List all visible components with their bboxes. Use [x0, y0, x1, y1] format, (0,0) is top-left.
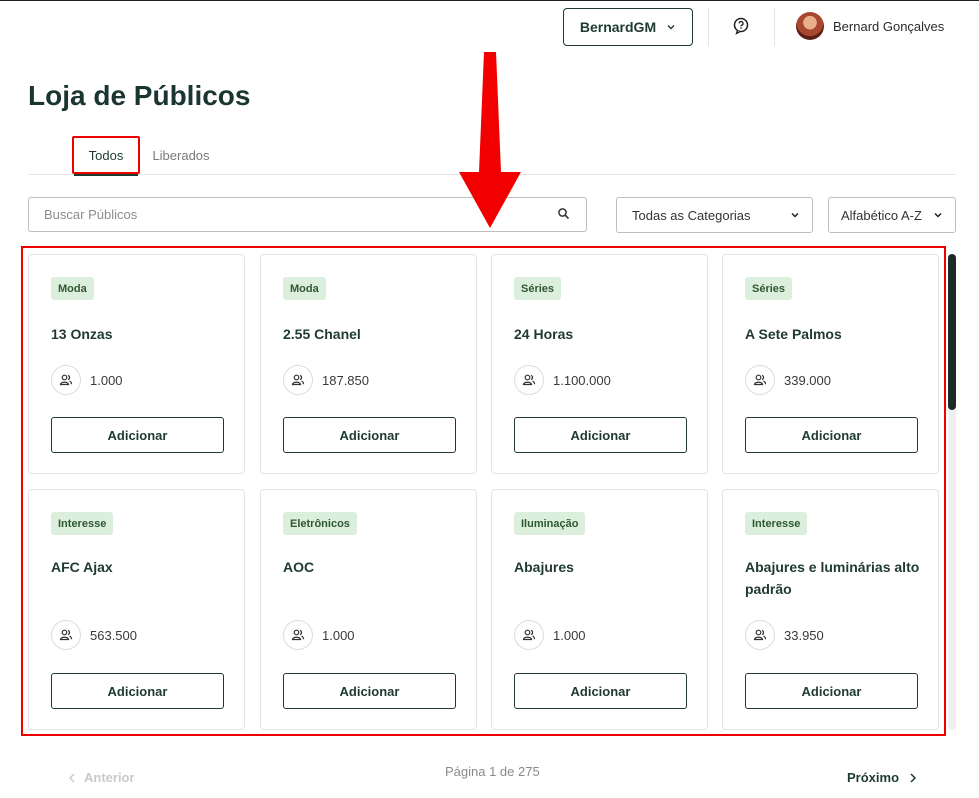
users-icon — [745, 620, 775, 650]
audience-count-value: 1.000 — [553, 627, 586, 643]
audience-count-value: 563.500 — [90, 627, 137, 643]
add-button[interactable]: Adicionar — [514, 417, 687, 453]
users-icon — [51, 620, 81, 650]
audience-count-value: 1.000 — [322, 627, 355, 643]
audience-name: 24 Horas — [514, 326, 574, 342]
search-icon[interactable] — [557, 207, 571, 221]
users-icon — [283, 365, 313, 395]
add-button[interactable]: Adicionar — [283, 673, 456, 709]
audience-card: Iluminação Abajures 1.000 Adicionar — [491, 489, 708, 730]
audience-card: Séries 24 Horas 1.100.000 Adicionar — [491, 254, 708, 474]
audience-name: Abajures — [514, 559, 574, 575]
page-title: Loja de Públicos — [28, 80, 251, 111]
audience-count-value: 339.000 — [784, 372, 831, 388]
audience-card: Interesse AFC Ajax 563.500 Adicionar — [28, 489, 245, 730]
category-badge: Iluminação — [514, 512, 586, 535]
avatar — [796, 12, 824, 40]
scrollbar-thumb[interactable] — [948, 254, 956, 410]
add-button[interactable]: Adicionar — [745, 673, 918, 709]
sort-select-value: Alfabético A-Z — [841, 207, 922, 223]
audience-name: AOC — [283, 559, 315, 575]
add-button[interactable]: Adicionar — [51, 673, 224, 709]
chevron-down-icon — [791, 212, 799, 218]
audience-count: 33.950 — [745, 620, 824, 650]
sort-select[interactable]: Alfabético A-Z — [828, 197, 956, 233]
add-button[interactable]: Adicionar — [745, 417, 918, 453]
chevron-down-icon — [934, 212, 942, 218]
category-badge: Séries — [514, 277, 562, 300]
audience-count-value: 187.850 — [322, 372, 369, 388]
chevron-left-icon — [68, 772, 75, 783]
audience-card: Séries A Sete Palmos 339.000 Adicionar — [722, 254, 939, 474]
category-select-value: Todas as Categorias — [632, 207, 751, 223]
users-icon — [51, 365, 81, 395]
header-divider — [708, 8, 709, 46]
grid-scrollbar[interactable] — [948, 254, 956, 730]
top-border — [0, 0, 979, 1]
audience-grid: Moda 13 Onzas 1.000 Adicionar Moda 2.55 … — [28, 254, 940, 730]
user-menu[interactable]: Bernard Gonçalves — [796, 12, 944, 40]
audience-count-value: 1.000 — [90, 372, 123, 388]
audience-name: 13 Onzas — [51, 326, 113, 342]
audience-name: AFC Ajax — [51, 559, 113, 575]
audience-count: 1.000 — [51, 365, 123, 395]
users-icon — [745, 365, 775, 395]
category-badge: Interesse — [745, 512, 808, 535]
add-button[interactable]: Adicionar — [51, 417, 224, 453]
account-label: BernardGM — [579, 19, 657, 35]
header-divider — [774, 8, 775, 46]
previous-page-label: Anterior — [84, 770, 135, 785]
audience-count-value: 33.950 — [784, 627, 824, 643]
category-badge: Interesse — [51, 512, 114, 535]
chevron-down-icon — [667, 25, 675, 30]
audience-count-value: 1.100.000 — [553, 372, 611, 388]
add-button[interactable]: Adicionar — [514, 673, 687, 709]
category-badge: Moda — [51, 277, 94, 300]
search-input[interactable] — [29, 198, 529, 231]
category-badge: Moda — [283, 277, 326, 300]
search-box — [28, 197, 587, 232]
previous-page-button[interactable]: Anterior — [68, 770, 135, 785]
user-name: Bernard Gonçalves — [833, 18, 945, 34]
next-page-button[interactable]: Próximo — [847, 770, 917, 785]
account-switcher-button[interactable]: BernardGM — [563, 8, 693, 46]
tab-bar: Todos Liberados — [28, 136, 956, 176]
audience-count: 1.000 — [514, 620, 586, 650]
audience-name: Abajures e luminárias alto padrão — [745, 559, 920, 597]
audience-card: Moda 2.55 Chanel 187.850 Adicionar — [260, 254, 477, 474]
category-select[interactable]: Todas as Categorias — [616, 197, 813, 233]
audience-name: 2.55 Chanel — [283, 326, 361, 342]
users-icon — [283, 620, 313, 650]
audience-card: Eletrônicos AOC 1.000 Adicionar — [260, 489, 477, 730]
audience-count: 1.100.000 — [514, 365, 611, 395]
pagination-info: Página 1 de 275 — [445, 764, 540, 779]
audience-count: 1.000 — [283, 620, 355, 650]
audience-count: 563.500 — [51, 620, 137, 650]
help-icon[interactable] — [732, 17, 750, 35]
chevron-right-icon — [910, 772, 917, 783]
category-badge: Eletrônicos — [283, 512, 357, 535]
category-badge: Séries — [745, 277, 793, 300]
users-icon — [514, 620, 544, 650]
audience-card: Interesse Abajures e luminárias alto pad… — [722, 489, 939, 730]
tab-liberados[interactable]: Liberados — [146, 136, 216, 174]
audience-name: A Sete Palmos — [745, 326, 842, 342]
users-icon — [514, 365, 544, 395]
audience-card: Moda 13 Onzas 1.000 Adicionar — [28, 254, 245, 474]
add-button[interactable]: Adicionar — [283, 417, 456, 453]
audience-count: 187.850 — [283, 365, 369, 395]
tab-todos[interactable]: Todos — [72, 136, 140, 176]
audience-count: 339.000 — [745, 365, 831, 395]
next-page-label: Próximo — [847, 770, 900, 785]
